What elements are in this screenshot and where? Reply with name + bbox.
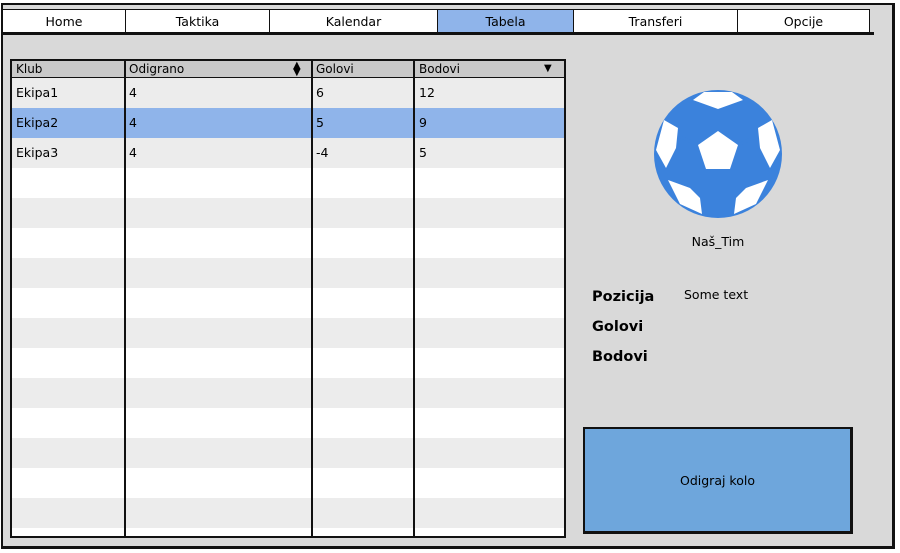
column-divider xyxy=(413,61,415,536)
cell-bodovi: 5 xyxy=(419,145,427,160)
tab-tabela[interactable]: Tabela xyxy=(437,9,574,32)
soccer-ball-icon xyxy=(654,90,782,218)
sort-both-icon[interactable]: ▲ ▼ xyxy=(293,61,301,78)
table-row-stripe xyxy=(12,438,564,468)
cell-odigrano: 4 xyxy=(129,115,137,130)
label-bodovi: Bodovi xyxy=(592,349,648,365)
column-header-klub[interactable]: Klub xyxy=(12,61,124,77)
cell-odigrano: 4 xyxy=(129,85,137,100)
cell-klub: Ekipa3 xyxy=(16,145,59,160)
column-divider xyxy=(311,61,313,536)
table-row-selected[interactable]: Ekipa2 4 5 9 xyxy=(12,108,564,138)
cell-klub: Ekipa1 xyxy=(16,85,59,100)
table-row-stripe xyxy=(12,198,564,228)
column-header-bodovi[interactable]: Bodovi xyxy=(415,61,564,77)
cell-bodovi: 12 xyxy=(419,85,435,100)
cell-golovi: 5 xyxy=(316,115,324,130)
cell-bodovi: 9 xyxy=(419,115,427,130)
label-pozicija: Pozicija xyxy=(592,289,655,305)
column-header-odigrano[interactable]: Odigrano xyxy=(125,61,311,77)
tab-home[interactable]: Home xyxy=(2,9,126,32)
table-row-stripe xyxy=(12,378,564,408)
cell-golovi: 6 xyxy=(316,85,324,100)
tab-kalendar[interactable]: Kalendar xyxy=(269,9,438,32)
play-round-button[interactable]: Odigraj kolo xyxy=(583,427,853,534)
table-row[interactable]: Ekipa1 4 6 12 xyxy=(12,78,564,108)
play-round-label: Odigraj kolo xyxy=(680,472,755,488)
team-name: Naš_Tim xyxy=(691,234,745,249)
column-header-golovi[interactable]: Golovi xyxy=(312,61,414,77)
tab-opcije[interactable]: Opcije xyxy=(737,9,870,32)
tab-label: Tabela xyxy=(485,13,526,29)
tab-transferi[interactable]: Transferi xyxy=(573,9,738,32)
label-golovi: Golovi xyxy=(592,319,644,335)
tab-label: Opcije xyxy=(783,13,824,29)
pozicija-value: Some text xyxy=(684,287,749,302)
tab-label: Kalendar xyxy=(325,13,382,29)
table-header: Klub Odigrano ▲ ▼ Golovi Bodovi ▼ xyxy=(12,61,564,78)
table-row[interactable]: Ekipa3 4 -4 5 xyxy=(12,138,564,168)
tab-label: Home xyxy=(45,13,83,29)
tab-taktika[interactable]: Taktika xyxy=(125,9,270,32)
table-row-stripe xyxy=(12,318,564,348)
cell-golovi: -4 xyxy=(316,145,329,160)
column-divider xyxy=(124,61,126,536)
standings-table: Klub Odigrano ▲ ▼ Golovi Bodovi ▼ Ekipa1 … xyxy=(10,59,566,538)
tab-label: Taktika xyxy=(175,13,220,29)
table-row-stripe xyxy=(12,498,564,528)
nav-tabs: Home Taktika Kalendar Tabela Transferi O… xyxy=(2,9,874,35)
cell-odigrano: 4 xyxy=(129,145,137,160)
sort-down-icon[interactable]: ▼ xyxy=(544,64,552,74)
tab-label: Transferi xyxy=(628,13,683,29)
table-row-stripe xyxy=(12,258,564,288)
cell-klub: Ekipa2 xyxy=(16,115,59,130)
